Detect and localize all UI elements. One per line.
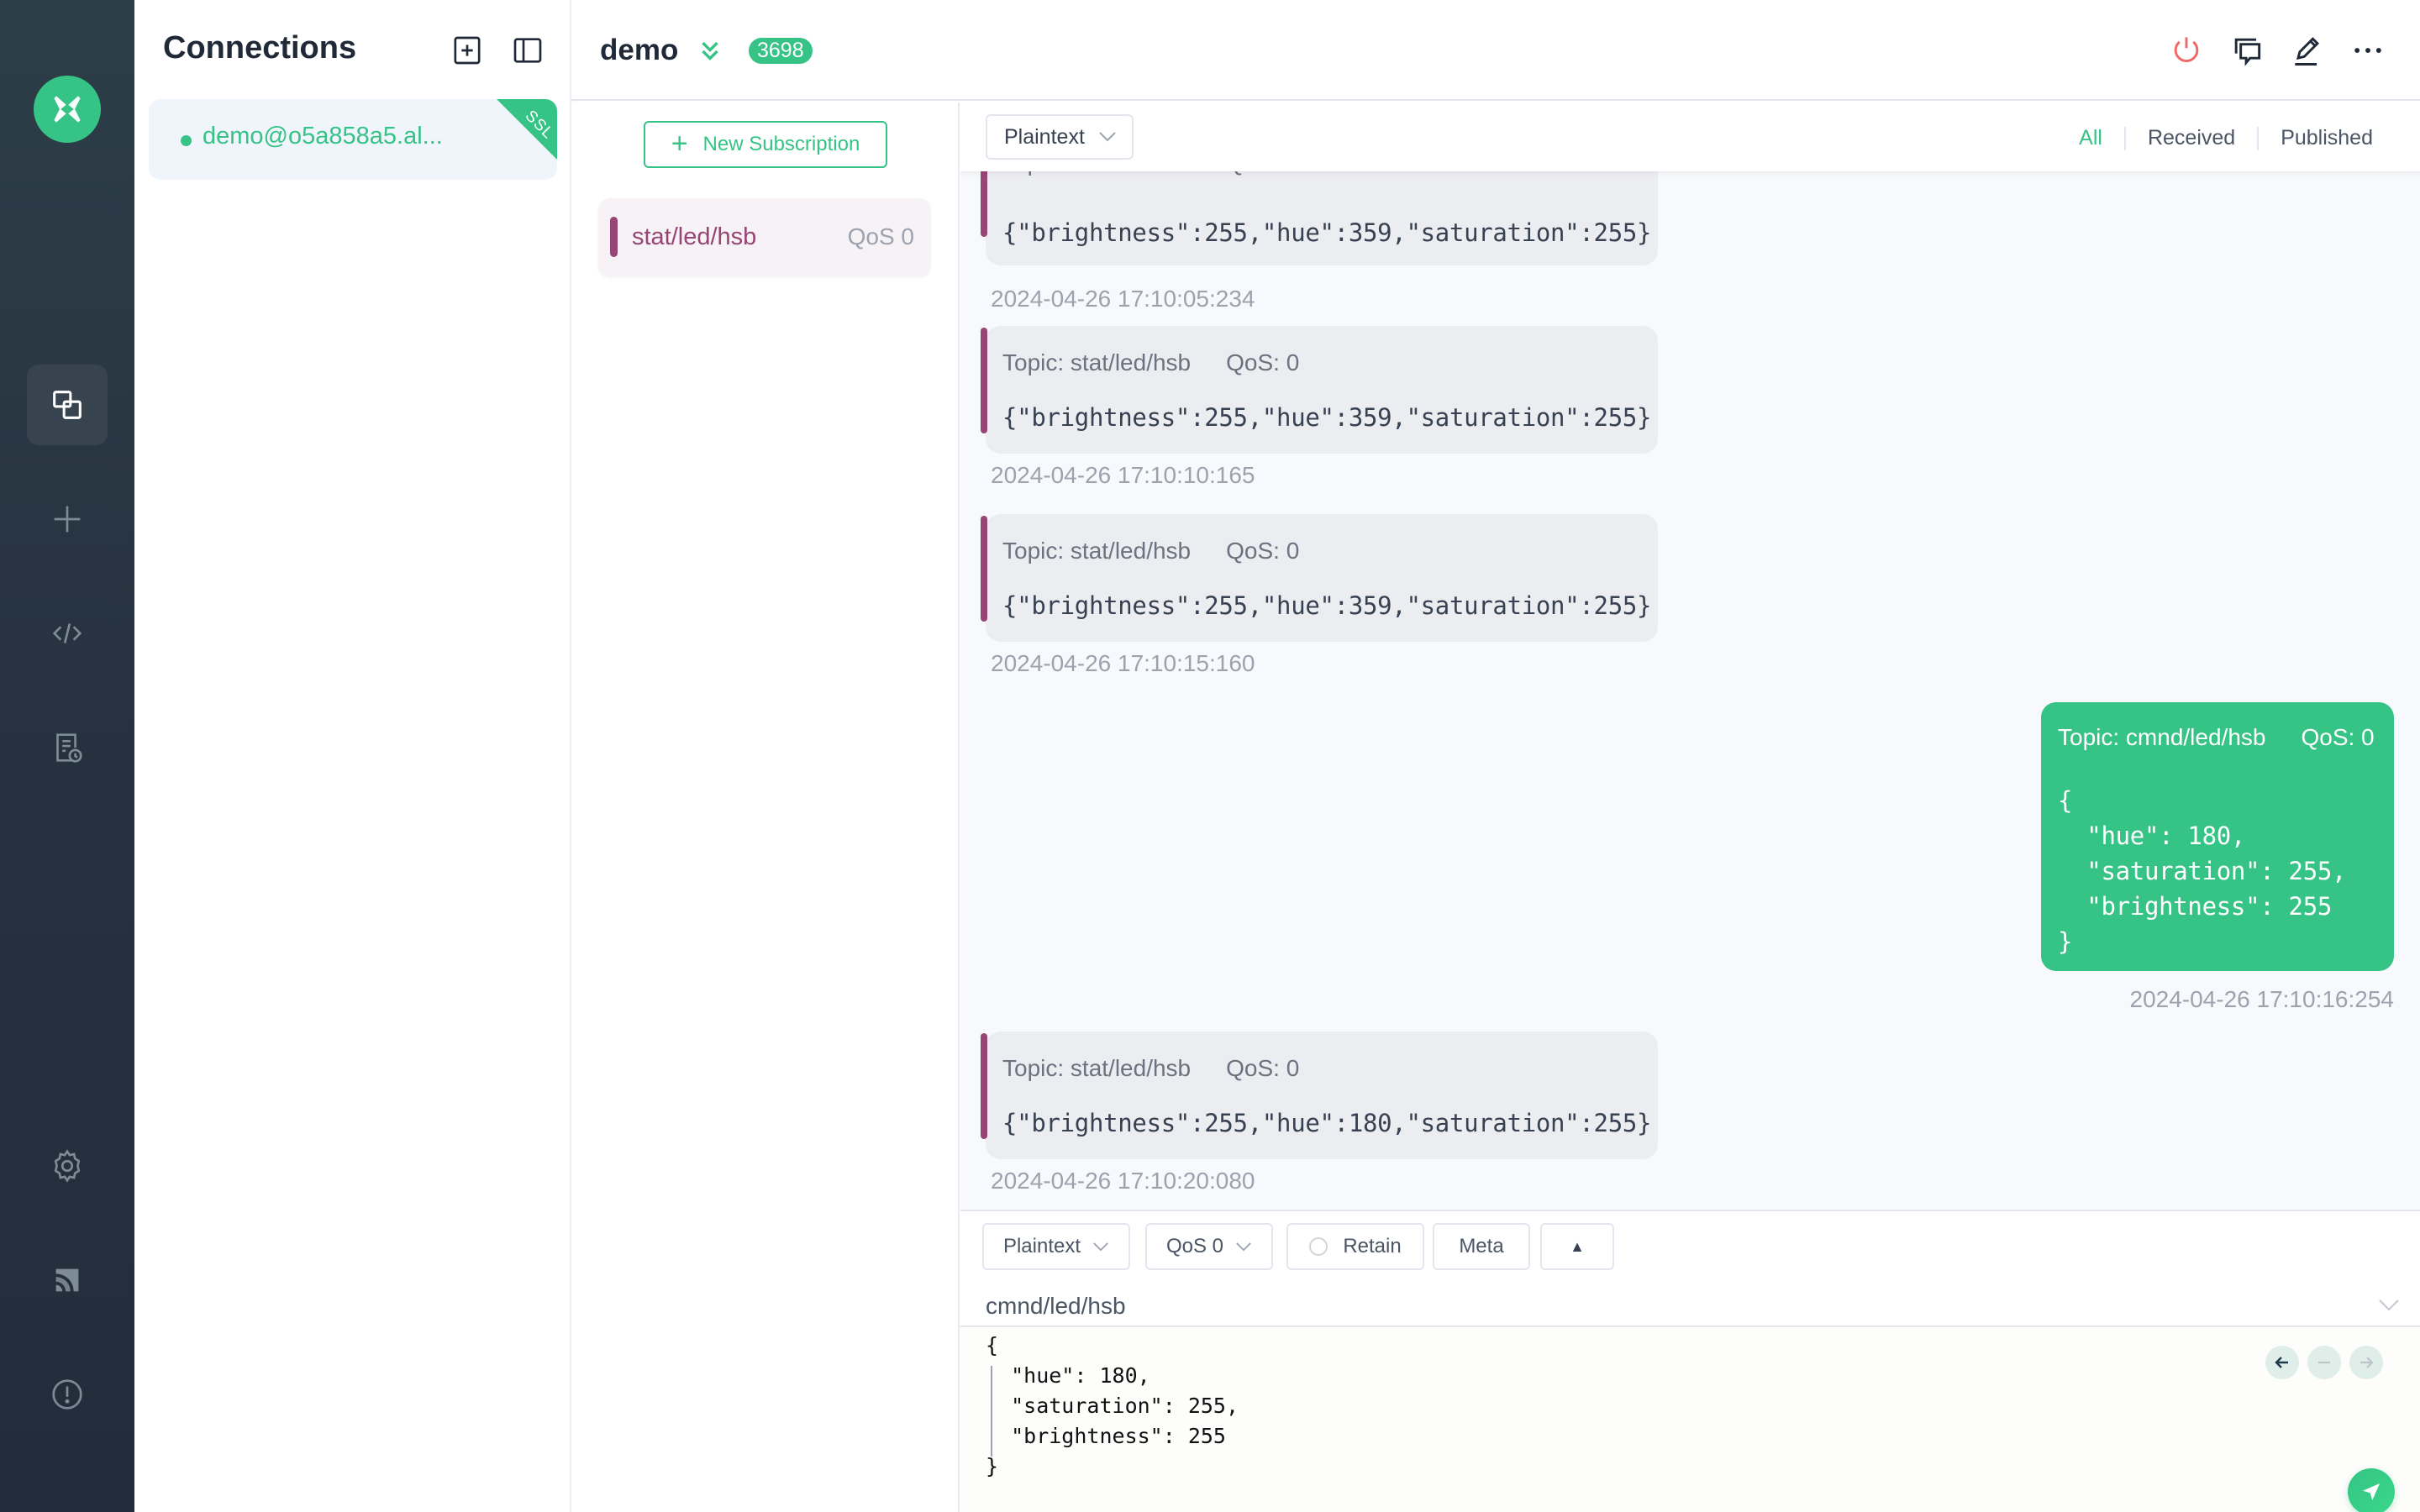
- publish-format-select[interactable]: Plaintext: [982, 1223, 1130, 1270]
- more-icon[interactable]: [2349, 32, 2386, 69]
- plus-icon: [54, 506, 81, 533]
- connection-name: demo@o5a858a5.al...: [203, 123, 443, 150]
- message-bubble-published: Topic: cmnd/led/hsb QoS: 0 { "hue": 180, …: [2041, 702, 2394, 971]
- connections-title: Connections: [163, 30, 357, 66]
- filter-tab-received[interactable]: Received: [2126, 126, 2257, 150]
- received-indicator: [981, 328, 987, 433]
- app-logo: [34, 76, 101, 143]
- message-meta: Topic: stat/led/hsbQoS: 0: [1002, 349, 1300, 375]
- message-filter-tabs: All Received Published: [2057, 126, 2395, 150]
- double-chevron-down-icon[interactable]: [696, 37, 724, 66]
- message-item[interactable]: Topic: cmnd/led/hsb QoS: 0 { "hue": 180, …: [2041, 702, 2394, 1012]
- subscription-color-bar: [610, 217, 618, 257]
- add-square-icon[interactable]: [450, 34, 484, 67]
- publish-panel: Plaintext QoS 0 Retain Meta ▲ { "hue": 1…: [960, 1210, 2420, 1512]
- history-reset-button[interactable]: [2307, 1346, 2341, 1379]
- arrow-left-icon: [2275, 1357, 2288, 1368]
- message-bubble: Topic: stat/led/hsbQoS: 0 {"brightness":…: [981, 1032, 1658, 1159]
- message-time: 2024-04-26 17:10:10:165: [991, 462, 1255, 488]
- retain-checkbox[interactable]: Retain: [1286, 1223, 1424, 1270]
- minus-icon: [2318, 1361, 2330, 1364]
- power-icon[interactable]: [2168, 32, 2205, 69]
- connection-item[interactable]: demo@o5a858a5.al... SSL: [149, 99, 557, 180]
- connection-status-dot: [181, 135, 192, 146]
- logo-icon: [54, 96, 81, 123]
- chevron-down-icon: [1236, 1242, 1251, 1251]
- rail-about-button[interactable]: [27, 1354, 108, 1435]
- received-indicator: [981, 516, 987, 622]
- nav-rail: [0, 0, 134, 1512]
- retain-radio: [1309, 1237, 1328, 1256]
- message-payload: {"brightness":255,"hue":359,"saturation"…: [1002, 591, 1652, 620]
- message-meta: Topic: cmnd/led/hsb QoS: 0: [2058, 724, 2375, 750]
- message-time: 2024-04-26 17:10:05:234: [991, 286, 1255, 312]
- message-time: 2024-04-26 17:10:20:080: [991, 1168, 1255, 1194]
- rail-script-button[interactable]: [27, 593, 108, 674]
- connection-header: demo 3698: [571, 0, 2420, 101]
- expand-button[interactable]: ▲: [1540, 1223, 1614, 1270]
- history-next-button[interactable]: [2349, 1346, 2383, 1379]
- messages-icon[interactable]: [2228, 32, 2265, 69]
- plus-icon: +: [671, 127, 688, 160]
- message-toolbar: Plaintext All Received Published: [960, 102, 2420, 171]
- rail-feed-button[interactable]: [27, 1240, 108, 1320]
- edit-icon[interactable]: [2289, 32, 2326, 69]
- message-meta: Topic: stat/led/hsbQoS: 0: [1002, 1055, 1300, 1081]
- mqttx-app: Connections demo@o5a858a5.al... SSL demo…: [0, 0, 2420, 1512]
- message-payload: {"brightness":255,"hue":359,"saturation"…: [1002, 218, 1652, 247]
- rail-connections-button[interactable]: [27, 365, 108, 445]
- gear-icon: [54, 1149, 81, 1183]
- chevron-down-icon: [1099, 132, 1116, 142]
- meta-button[interactable]: Meta: [1433, 1223, 1530, 1270]
- message-item[interactable]: Topic: stat/led/hsbQoS: 0 {"brightness":…: [981, 514, 1658, 676]
- sidebar-toggle-icon[interactable]: [511, 34, 544, 67]
- info-icon: [52, 1379, 82, 1410]
- caret-up-icon: ▲: [1570, 1237, 1585, 1255]
- message-list[interactable]: Plaintext All Received Published Topic: …: [960, 102, 2420, 1210]
- filter-tab-all[interactable]: All: [2057, 126, 2124, 150]
- publish-qos-select[interactable]: QoS 0: [1145, 1223, 1273, 1270]
- message-payload: { "hue": 180, "saturation": 255, "bright…: [2058, 786, 2347, 956]
- payload-code: { "hue": 180, "saturation": 255, "bright…: [986, 1333, 1239, 1478]
- filter-tab-published[interactable]: Published: [2259, 126, 2395, 150]
- subscription-item[interactable]: stat/led/hsb QoS 0: [598, 198, 931, 277]
- message-bubble: Topic: stat/led/hsbQoS: 0 {"brightness":…: [981, 326, 1658, 454]
- received-indicator: [981, 1033, 987, 1139]
- rail-settings-button[interactable]: [27, 1126, 108, 1206]
- subscription-topic: stat/led/hsb: [632, 223, 757, 250]
- chevron-down-icon: [1093, 1242, 1108, 1251]
- rail-new-connection-button[interactable]: [27, 479, 108, 559]
- arrow-right-icon: [2360, 1357, 2374, 1368]
- message-item[interactable]: Topic: stat/led/hsbQoS: 0 {"brightness":…: [981, 326, 1658, 488]
- connections-icon: [53, 391, 82, 419]
- payload-editor[interactable]: { "hue": 180, "saturation": 255, "bright…: [960, 1326, 2420, 1512]
- new-subscription-button[interactable]: + New Subscription: [644, 121, 887, 168]
- subscription-qos: QoS 0: [847, 223, 914, 249]
- history-prev-button[interactable]: [2265, 1346, 2299, 1379]
- message-time: 2024-04-26 17:10:15:160: [991, 650, 1255, 676]
- message-count-badge: 3698: [749, 38, 813, 64]
- message-meta: Topic: stat/led/hsbQoS: 0: [1002, 538, 1300, 564]
- message-payload: {"brightness":255,"hue":359,"saturation"…: [1002, 403, 1652, 432]
- code-icon: [52, 623, 82, 643]
- subscriptions-panel: + New Subscription stat/led/hsb QoS 0: [571, 102, 960, 1512]
- chevron-down-icon[interactable]: [2378, 1299, 2400, 1312]
- rss-icon: [55, 1268, 79, 1292]
- message-time: 2024-04-26 17:10:16:254: [2129, 986, 2395, 1012]
- message-bubble: Topic: stat/led/hsbQoS: 0 {"brightness":…: [981, 514, 1658, 642]
- ssl-badge: SSL: [497, 99, 557, 160]
- publish-topic-input[interactable]: [986, 1284, 2381, 1329]
- payload-format-select[interactable]: Plaintext: [986, 114, 1134, 160]
- connection-title: demo: [600, 34, 679, 66]
- send-button[interactable]: [2348, 1468, 2395, 1512]
- send-icon: [2363, 1483, 2380, 1500]
- message-item[interactable]: Topic: stat/led/hsbQoS: 0 {"brightness":…: [981, 1032, 1658, 1194]
- connections-panel: Connections demo@o5a858a5.al... SSL: [134, 0, 571, 1512]
- rail-log-button[interactable]: [27, 707, 108, 788]
- log-icon: [56, 733, 82, 763]
- message-payload: {"brightness":255,"hue":180,"saturation"…: [1002, 1109, 1652, 1137]
